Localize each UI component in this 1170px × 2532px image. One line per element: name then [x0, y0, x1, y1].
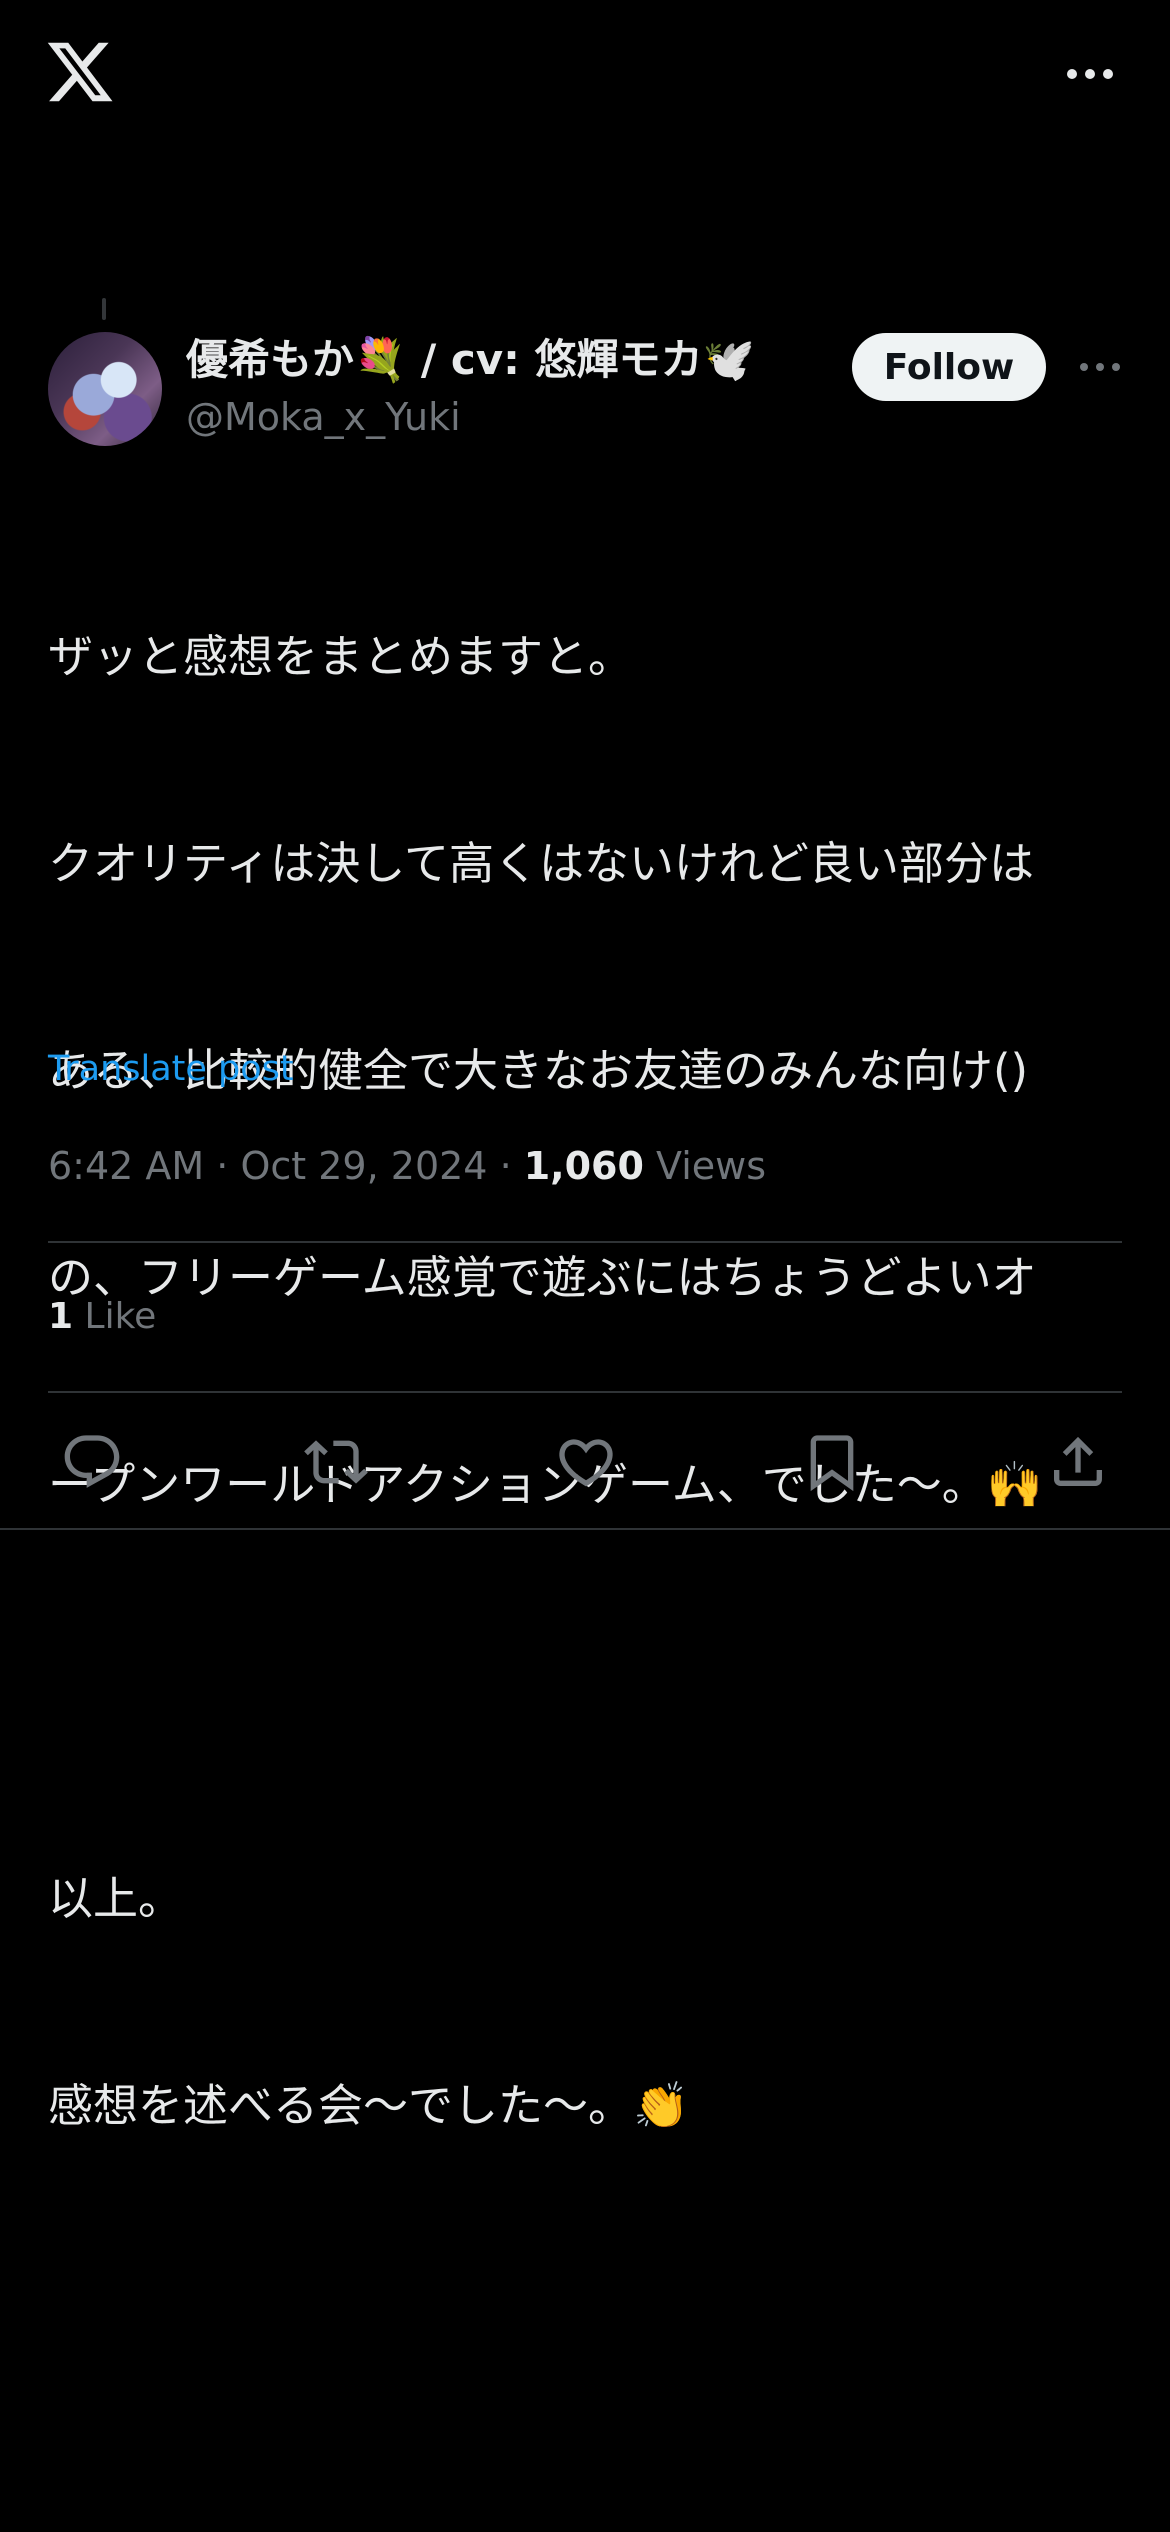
divider — [0, 1528, 1170, 1530]
meta-separator: · — [216, 1144, 241, 1188]
post-text-line: 感想を述べる会〜でした〜。👏 — [48, 2079, 690, 2132]
heart-icon[interactable] — [554, 1430, 618, 1494]
follow-button[interactable]: Follow — [852, 333, 1046, 401]
post-date[interactable]: Oct 29, 2024 — [240, 1144, 487, 1188]
post-meta: 6:42 AM · Oct 29, 2024 · 1,060 Views — [48, 1138, 766, 1194]
divider — [48, 1391, 1122, 1393]
post-more-icon[interactable] — [1078, 352, 1122, 382]
post-text-line: ザッと感想をまとめますと。 — [48, 630, 634, 683]
post-text-line: 以上。 — [48, 1872, 184, 1925]
repost-icon[interactable] — [304, 1430, 368, 1494]
more-horizontal-icon[interactable] — [1060, 56, 1120, 92]
post-time[interactable]: 6:42 AM — [48, 1144, 204, 1188]
likes-count: 1 — [48, 1296, 74, 1337]
translate-post-link[interactable]: Translate post — [48, 1044, 294, 1094]
share-icon[interactable] — [1046, 1430, 1110, 1494]
divider — [48, 1241, 1122, 1243]
bookmark-icon[interactable] — [800, 1430, 864, 1494]
reply-icon[interactable] — [60, 1430, 124, 1494]
meta-separator: · — [499, 1144, 524, 1188]
avatar[interactable] — [48, 332, 162, 446]
display-name[interactable]: 優希もか💐 / cv: 悠輝モカ🕊️ — [186, 328, 755, 392]
post-text-line — [48, 1657, 1128, 1726]
thread-line — [102, 298, 106, 320]
views-label: Views — [656, 1144, 767, 1188]
views-count: 1,060 — [523, 1144, 644, 1188]
handle[interactable]: @Moka_x_Yuki — [186, 392, 461, 442]
post-text-line: の、フリーゲーム感覚で遊ぶにはちょうどよいオ — [48, 1251, 1037, 1304]
likes-label: Like — [84, 1296, 157, 1337]
x-logo-icon[interactable] — [44, 36, 116, 108]
post-text-line: クオリティは決して高くはないけれど良い部分は — [48, 837, 1034, 890]
likes-summary[interactable]: 1 Like — [48, 1290, 156, 1344]
post-text: ザッと感想をまとめますと。 クオリティは決して高くはないけれど良い部分は ある、… — [48, 484, 1128, 2209]
